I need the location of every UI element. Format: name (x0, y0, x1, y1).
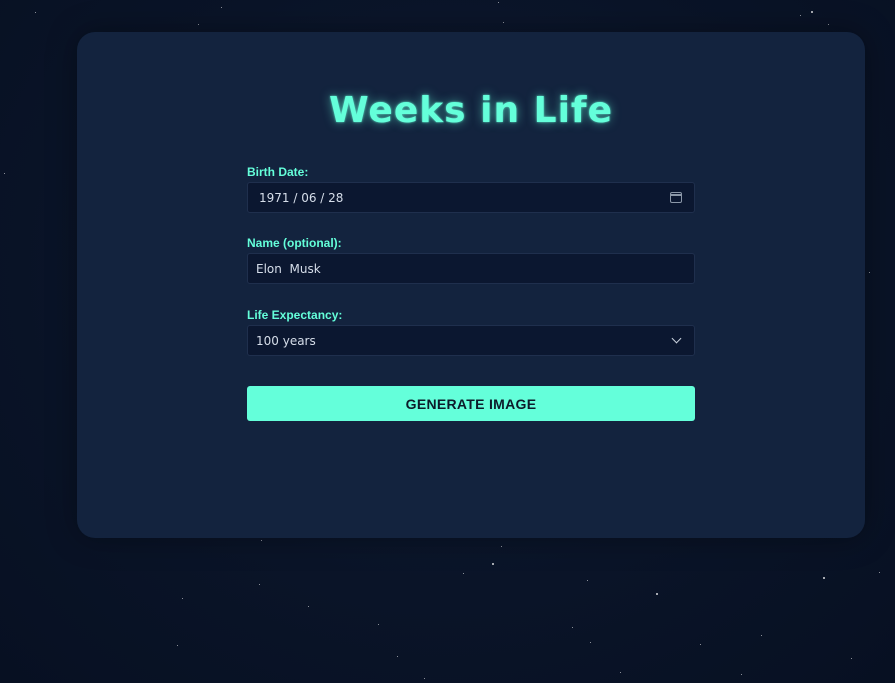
birth-date-value: 1971 / 06 / 28 (259, 190, 344, 205)
star (800, 15, 801, 16)
star (823, 577, 825, 579)
life-expectancy-value: 100 years (256, 333, 316, 348)
star (198, 24, 199, 25)
star (587, 580, 588, 581)
generate-image-button[interactable]: GENERATE IMAGE (247, 386, 695, 421)
birth-date-input[interactable]: 1971 / 06 / 28 (247, 182, 695, 213)
birth-date-group: Birth Date: 1971 / 06 / 28 (247, 165, 695, 213)
life-expectancy-label: Life Expectancy: (247, 308, 343, 322)
page-title: Weeks in Life (328, 90, 614, 131)
star (503, 22, 504, 23)
name-input[interactable]: Elon Musk (247, 253, 695, 284)
star (177, 645, 178, 646)
star (35, 12, 36, 13)
star (424, 678, 425, 679)
star (741, 674, 742, 675)
star (590, 642, 591, 643)
name-value: Elon Musk (256, 261, 321, 276)
star (501, 546, 502, 547)
life-expectancy-select[interactable]: 100 years (247, 325, 695, 356)
star (397, 656, 398, 657)
star (572, 627, 573, 628)
star (620, 672, 621, 673)
main-card: Weeks in Life Birth Date: 1971 / 06 / 28… (77, 32, 865, 538)
star (828, 24, 829, 25)
star (221, 7, 222, 8)
star (811, 11, 813, 13)
star (492, 563, 494, 565)
star (498, 2, 499, 3)
star (879, 572, 880, 573)
star (656, 593, 658, 595)
star (261, 540, 262, 541)
star (869, 272, 870, 273)
star (308, 606, 309, 607)
star (463, 573, 464, 574)
name-label: Name (optional): (247, 236, 342, 250)
birth-date-label: Birth Date: (247, 165, 309, 179)
star (4, 173, 5, 174)
star (259, 584, 260, 585)
life-expectancy-group: Life Expectancy: 100 years (247, 308, 695, 356)
name-group: Name (optional): Elon Musk (247, 236, 695, 284)
calendar-icon[interactable] (670, 192, 682, 203)
star (851, 658, 852, 659)
star (761, 635, 762, 636)
chevron-down-icon (671, 333, 682, 344)
star (700, 644, 701, 645)
star (182, 598, 183, 599)
star (378, 624, 379, 625)
